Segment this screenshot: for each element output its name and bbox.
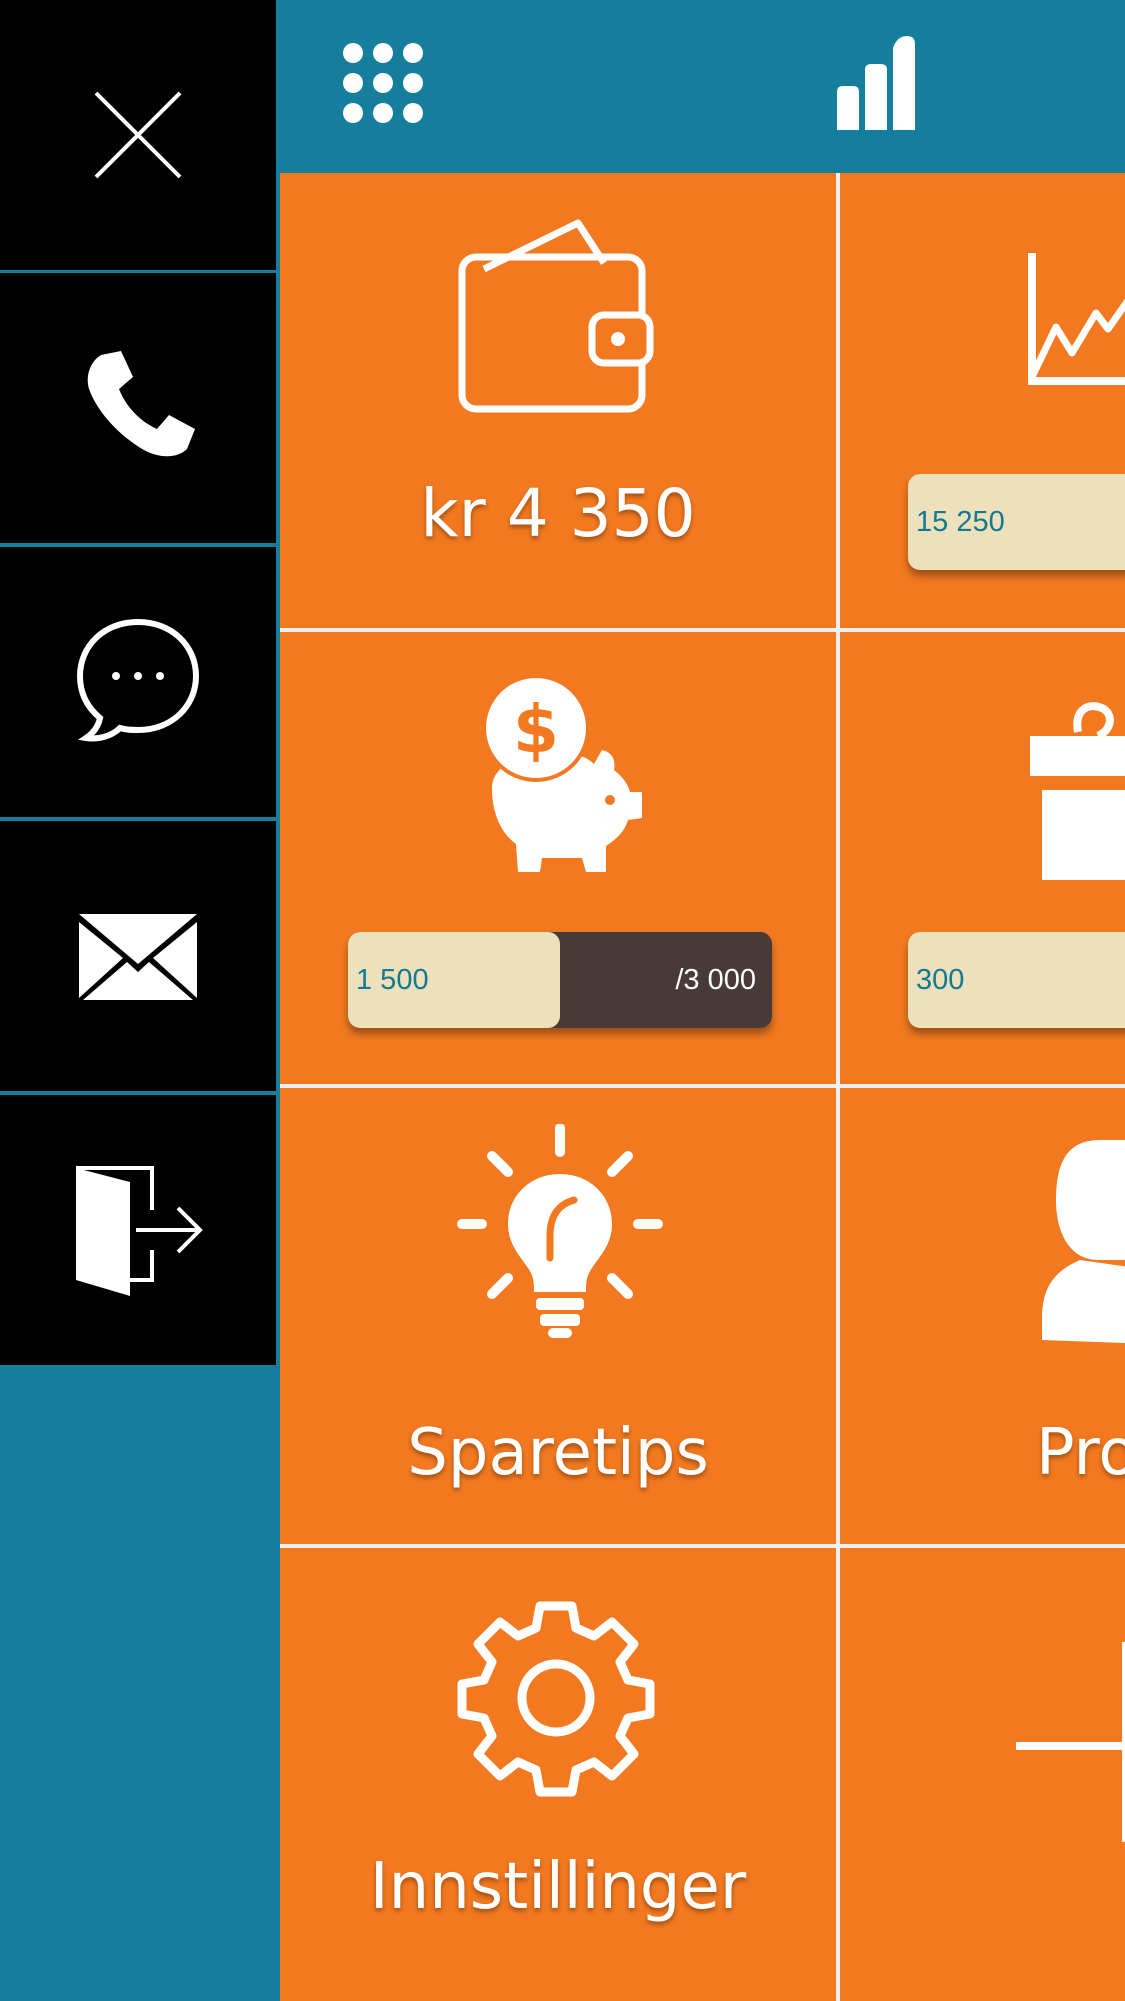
- line-chart-icon: [1028, 253, 1125, 385]
- add-tile[interactable]: [840, 1548, 1125, 2001]
- investments-progress: 15 250: [908, 474, 1125, 570]
- profile-tile[interactable]: Pro: [840, 1088, 1125, 1544]
- stats-button[interactable]: [835, 32, 917, 136]
- phone-icon: [87, 351, 195, 457]
- savings-progress-max: /3 000: [675, 964, 756, 996]
- bar-chart-icon: [837, 36, 915, 130]
- dashboard-grid: kr 4 350 15 250 $ 1 500 /3 000 300 Spare…: [280, 173, 1125, 2001]
- apps-grid-icon: [343, 43, 423, 123]
- savings-progress-current: 1 500: [356, 964, 429, 996]
- logout-button[interactable]: [0, 1095, 276, 1365]
- profile-label: Pro: [1036, 1416, 1125, 1490]
- gear-icon: [457, 1601, 655, 1797]
- settings-tile[interactable]: Innstillinger: [280, 1548, 836, 2001]
- wallet-tile[interactable]: kr 4 350: [280, 173, 836, 628]
- investments-tile[interactable]: 15 250: [840, 173, 1125, 628]
- gifts-tile[interactable]: 300: [840, 632, 1125, 1084]
- savings-tile[interactable]: $ 1 500 /3 000: [280, 632, 836, 1084]
- settings-label: Innstillinger: [369, 1850, 747, 1924]
- gifts-progress: 300: [908, 932, 1125, 1028]
- chat-button[interactable]: [0, 547, 276, 817]
- savings-progress: 1 500 /3 000: [348, 932, 772, 1028]
- gift-icon: [1030, 702, 1125, 880]
- piggy-bank-icon: $: [482, 674, 642, 872]
- tips-tile[interactable]: Sparetips: [280, 1088, 836, 1544]
- chat-icon: [76, 618, 200, 742]
- wallet-balance: kr 4 350: [420, 475, 696, 552]
- side-menu: [0, 0, 276, 2001]
- logout-icon: [76, 1166, 203, 1296]
- tips-label: Sparetips: [407, 1416, 709, 1490]
- apps-button[interactable]: [342, 42, 424, 128]
- mail-icon: [79, 914, 197, 1000]
- person-icon: [1042, 1140, 1125, 1344]
- gifts-progress-value: 300: [916, 964, 965, 996]
- mail-button[interactable]: [0, 821, 276, 1091]
- phone-button[interactable]: [0, 273, 276, 543]
- wallet-icon: [458, 219, 654, 413]
- top-bar: [280, 0, 1125, 170]
- close-button[interactable]: [0, 0, 276, 270]
- investments-progress-value: 15 250: [916, 506, 1005, 538]
- close-icon: [94, 91, 182, 179]
- svg-text:$: $: [513, 691, 559, 768]
- lightbulb-icon: [457, 1124, 663, 1338]
- plus-icon: [1016, 1642, 1125, 1842]
